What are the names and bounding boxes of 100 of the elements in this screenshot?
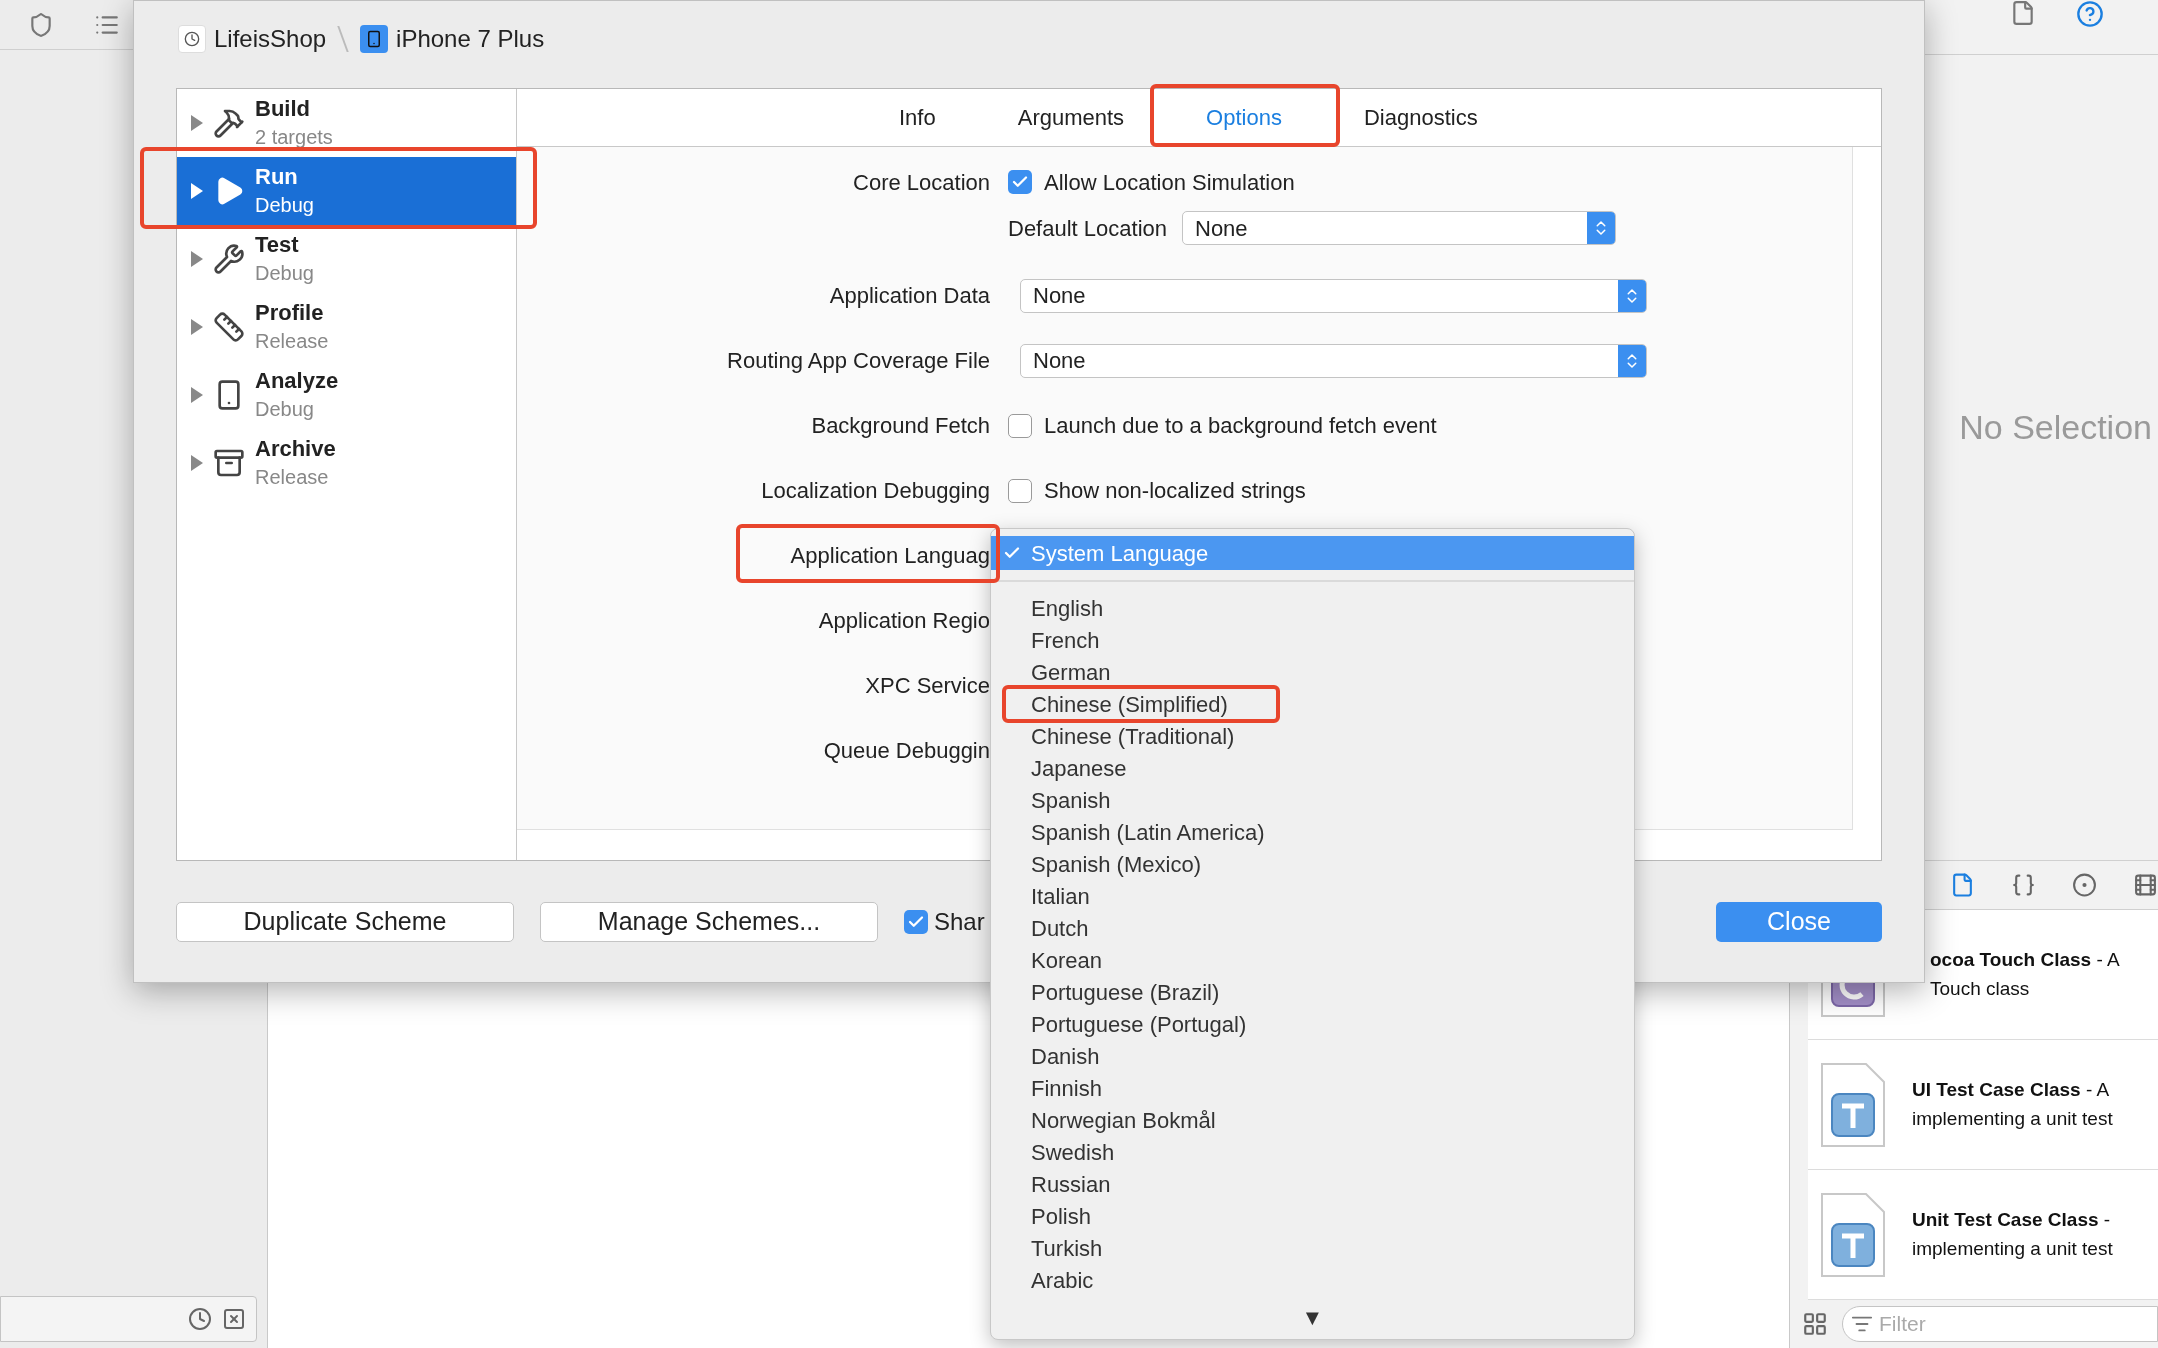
menu-item[interactable]: English <box>991 592 1634 624</box>
checkbox[interactable] <box>1008 478 1032 503</box>
field-label: Default Location <box>1008 214 1167 243</box>
action-name: Archive <box>255 435 336 463</box>
template-title: Unit Test Case Class - <box>1912 1208 2112 1232</box>
field-label: Core Location <box>853 168 990 197</box>
scheme-action[interactable]: Profile Release <box>177 293 516 361</box>
stepper-icon <box>1587 212 1615 244</box>
box-icon <box>213 447 245 479</box>
disclosure-icon[interactable] <box>191 115 203 131</box>
menu-item[interactable]: Spanish (Latin America) <box>991 816 1634 848</box>
menu-item[interactable]: Chinese (Simplified) <box>991 688 1634 720</box>
breadcrumb-item[interactable]: iPhone 7 Plus <box>396 20 545 57</box>
template-row[interactable]: UI Test Case Class - A implementing a unit test <box>1808 1040 2158 1170</box>
action-config: 2 targets <box>255 125 333 150</box>
template-description: Touch class <box>1930 976 2031 1001</box>
menu-item[interactable]: Portuguese (Portugal) <box>991 1008 1634 1040</box>
help-icon[interactable] <box>2076 0 2104 28</box>
action-config: Debug <box>255 193 314 218</box>
checkbox-label: Show non-localized strings <box>1044 477 1306 505</box>
checkbox-label: Shar <box>934 906 985 937</box>
popup-button[interactable]: None <box>1182 211 1616 245</box>
close-icon[interactable] <box>222 1307 246 1331</box>
dialog-button[interactable]: Duplicate Scheme <box>176 901 514 942</box>
field-label: XPC Service <box>865 672 990 700</box>
device-icon <box>360 24 389 53</box>
menu-item[interactable]: Swedish <box>991 1136 1634 1168</box>
template-title: UI Test Case Class - A <box>1912 1078 2111 1102</box>
tab[interactable]: Options <box>1190 101 1298 134</box>
file-icon[interactable] <box>1950 871 1975 899</box>
stepper-icon <box>1618 279 1646 312</box>
checkbox[interactable] <box>904 909 928 934</box>
menu-item[interactable]: Arabic <box>991 1264 1634 1296</box>
action-name: Build <box>255 95 311 123</box>
field-label: Localization Debugging <box>761 477 990 505</box>
scheme-action[interactable]: Build 2 targets <box>177 89 516 157</box>
action-name: Profile <box>255 299 325 327</box>
menu-item[interactable]: Finnish <box>991 1072 1634 1104</box>
template-title: ocoa Touch Class - A <box>1930 948 2120 972</box>
scheme-action[interactable]: Test Debug <box>177 225 516 293</box>
scheme-action[interactable]: Archive Release <box>177 429 516 497</box>
ruler-icon <box>213 311 245 343</box>
menu-item[interactable]: Japanese <box>991 752 1634 784</box>
checkbox[interactable] <box>1008 413 1032 438</box>
shield-icon[interactable] <box>28 11 54 38</box>
menu-item[interactable]: Russian <box>991 1168 1634 1200</box>
disclosure-icon[interactable] <box>191 387 203 403</box>
scheme-action[interactable]: Run Debug <box>177 157 516 225</box>
disclosure-icon[interactable] <box>191 319 203 335</box>
menu-item[interactable]: Portuguese (Brazil) <box>991 976 1634 1008</box>
popup-button[interactable]: None <box>1020 343 1647 378</box>
menu-item[interactable]: Norwegian Bokmål <box>991 1104 1634 1136</box>
clock-icon[interactable] <box>188 1307 212 1331</box>
template-row[interactable]: Unit Test Case Class - implementing a unit test <box>1808 1170 2158 1300</box>
menu-item[interactable]: Korean <box>991 944 1634 976</box>
action-config: Release <box>255 329 329 354</box>
menu-item[interactable]: Spanish <box>991 784 1634 816</box>
menu-item[interactable]: Spanish (Mexico) <box>991 848 1634 880</box>
checkbox-label: Launch due to a background fetch event <box>1044 412 1437 440</box>
checkbox[interactable] <box>1008 170 1032 194</box>
disclosure-icon[interactable] <box>191 455 203 471</box>
field-label: Application Languag <box>790 542 990 570</box>
menu-item[interactable]: French <box>991 624 1634 656</box>
tab[interactable]: Arguments <box>1001 101 1141 134</box>
menu-item[interactable]: German <box>991 656 1634 688</box>
scheme-action[interactable]: Analyze Debug <box>177 361 516 429</box>
action-name: Analyze <box>255 367 339 395</box>
menu-item[interactable]: Turkish <box>991 1232 1634 1264</box>
grid-icon[interactable] <box>1802 1311 1828 1337</box>
breadcrumb-item[interactable]: LifeisShop <box>214 20 327 57</box>
hammer-icon <box>213 107 245 139</box>
action-config: Debug <box>255 261 314 286</box>
action-config: Release <box>255 465 330 490</box>
menu-item[interactable]: Danish <box>991 1040 1634 1072</box>
scroll-arrow[interactable]: ▼ <box>1301 1307 1324 1329</box>
field-label: Application Regio <box>818 607 990 635</box>
disclosure-icon[interactable] <box>191 251 203 267</box>
app-icon <box>178 24 206 53</box>
popup-button[interactable]: None <box>1020 278 1647 313</box>
menu-item[interactable]: Chinese (Traditional) <box>991 720 1634 752</box>
menu-item[interactable]: Italian <box>991 880 1634 912</box>
menu-item[interactable]: Polish <box>991 1200 1634 1232</box>
field-label: Routing App Coverage File <box>727 347 990 375</box>
circle-icon[interactable] <box>2072 871 2097 899</box>
dialog-button[interactable]: Manage Schemes... <box>540 901 878 942</box>
action-name: Run <box>255 163 299 191</box>
wrench-icon <box>213 243 245 275</box>
stepper-icon <box>1618 344 1646 377</box>
empty-label: No Selection <box>1959 407 2152 448</box>
checkbox-label: Allow Location Simulation <box>1044 168 1295 197</box>
tab[interactable]: Info <box>883 101 952 134</box>
template-description: implementing a unit test <box>1912 1106 2113 1131</box>
action-name: Test <box>255 231 300 259</box>
action-config: Debug <box>255 397 315 422</box>
field-label: Queue Debuggin <box>823 737 990 765</box>
field-label: Background Fetch <box>811 412 990 440</box>
menu-item[interactable]: Dutch <box>991 912 1634 944</box>
tab[interactable]: Diagnostics <box>1347 101 1494 134</box>
template-description: implementing a unit test <box>1912 1236 2113 1261</box>
file-icon[interactable] <box>2010 0 2036 26</box>
